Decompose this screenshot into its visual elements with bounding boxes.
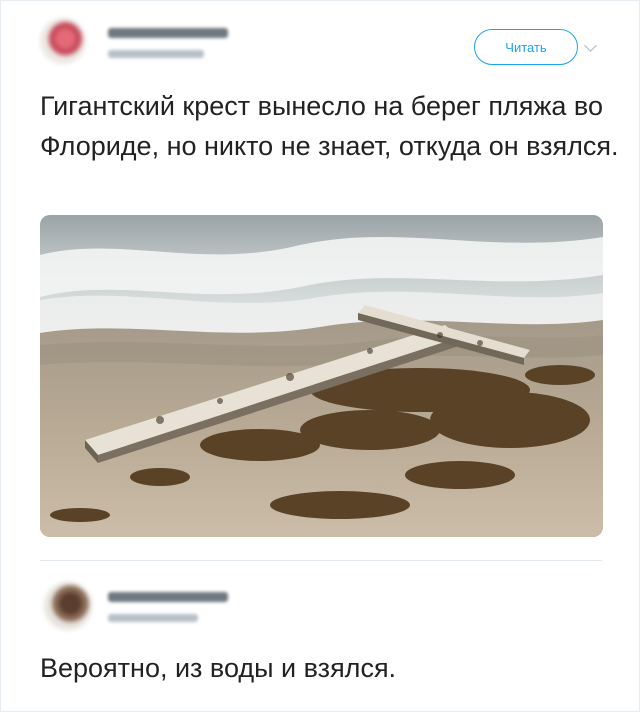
reply-author-handle-blurred[interactable] [108,614,198,622]
reply-avatar[interactable] [44,582,92,630]
tweet-text: Гигантский крест вынесло на берег пляжа … [40,91,619,161]
author-name-blurred[interactable] [108,28,228,38]
reply-author-name-blurred[interactable] [108,592,228,602]
beach-cross-illustration [40,215,603,537]
avatar[interactable] [40,18,86,64]
author-handle-blurred[interactable] [108,50,204,58]
divider [40,560,602,561]
tweet-photo[interactable] [40,215,603,537]
reply-text: Вероятно, из воды и взялся. [40,653,397,683]
follow-button[interactable]: Читать [474,29,578,65]
